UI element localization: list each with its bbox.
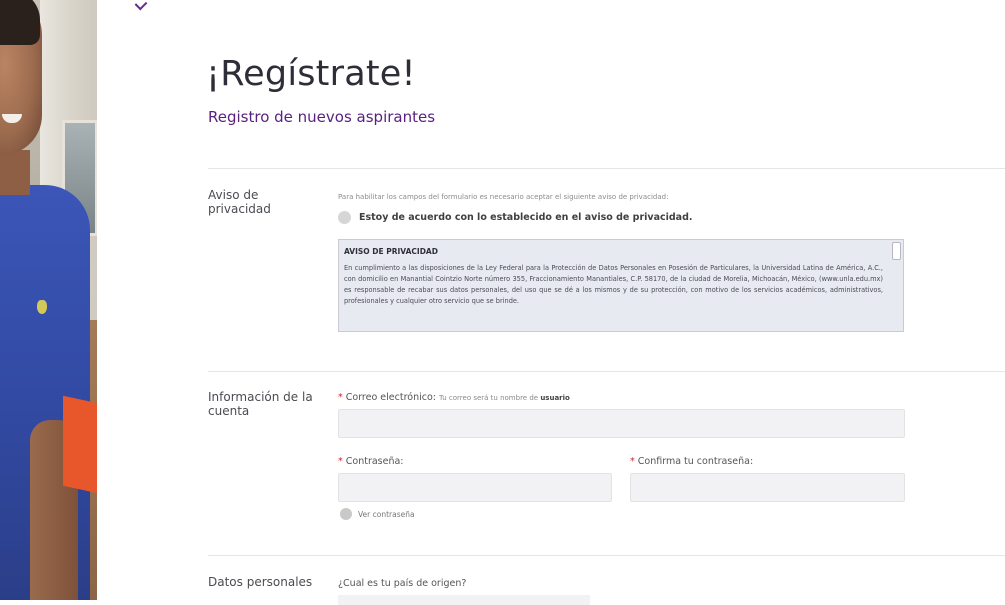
show-password-label: Ver contraseña: [358, 509, 415, 519]
registration-form: ¡Regístrate! Registro de nuevos aspirant…: [97, 0, 1005, 605]
page-title: ¡Regístrate!: [206, 54, 416, 94]
email-label: * Correo electrónico: Tu correo será tu n…: [338, 392, 570, 403]
scrollbar-thumb[interactable]: [892, 242, 901, 260]
chevron-down-icon: [134, 0, 148, 11]
section-label-account: Información de la cuenta: [208, 390, 313, 418]
section-label-privacy: Aviso de privacidad: [208, 188, 271, 216]
country-select[interactable]: [338, 595, 590, 605]
section-label-personal: Datos personales: [208, 575, 313, 589]
privacy-textbox[interactable]: AVISO DE PRIVACIDAD En cumplimiento a la…: [338, 239, 904, 332]
required-asterisk-icon: *: [630, 456, 635, 467]
divider: [208, 168, 1005, 169]
divider: [208, 371, 1005, 372]
country-question: ¿Cual es tu país de origen?: [338, 578, 467, 589]
radio-button-icon[interactable]: [340, 508, 352, 520]
divider: [208, 555, 1005, 556]
email-field[interactable]: [338, 409, 905, 438]
privacy-box-title: AVISO DE PRIVACIDAD: [344, 247, 438, 256]
required-asterisk-icon: *: [338, 456, 343, 467]
password-label: * Contraseña:: [338, 456, 404, 467]
password-field[interactable]: [338, 473, 612, 502]
radio-button-icon[interactable]: [338, 211, 351, 224]
confirm-password-field[interactable]: [630, 473, 905, 502]
privacy-box-text: En cumplimiento a las disposiciones de l…: [344, 264, 883, 305]
required-asterisk-icon: *: [338, 392, 343, 403]
page-subtitle: Registro de nuevos aspirantes: [208, 108, 436, 126]
privacy-agree-radio[interactable]: Estoy de acuerdo con lo establecido en e…: [338, 211, 693, 224]
privacy-notice-text: Para habilitar los campos del formulario…: [338, 193, 669, 201]
show-password-toggle[interactable]: Ver contraseña: [340, 508, 415, 520]
privacy-agree-label: Estoy de acuerdo con lo establecido en e…: [359, 212, 693, 223]
confirm-password-label: * Confirma tu contraseña:: [630, 456, 754, 467]
hero-photo: [0, 0, 97, 600]
